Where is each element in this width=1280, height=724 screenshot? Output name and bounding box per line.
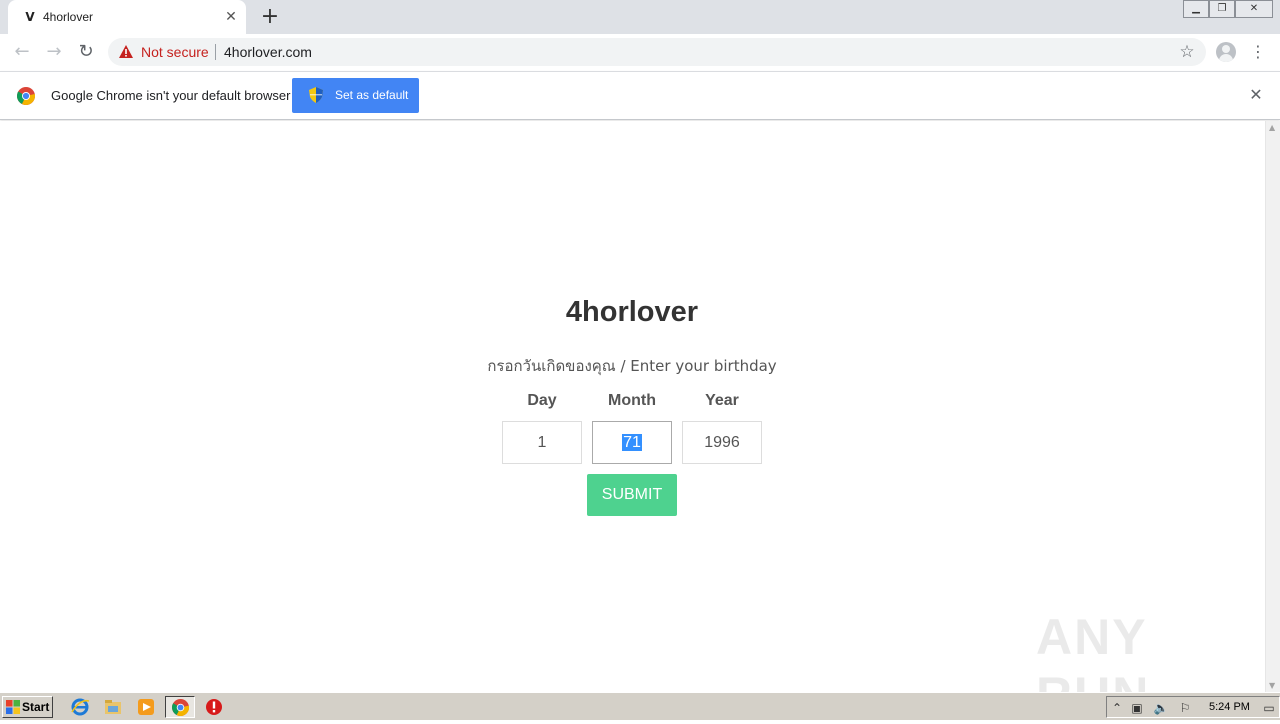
reload-button[interactable]: ↻ [74,40,98,64]
bookmark-star-icon[interactable]: ☆ [1176,41,1198,63]
windows-flag-icon [6,700,20,714]
volume-icon[interactable]: 🔈 [1153,700,1169,716]
year-input[interactable]: 1996 [682,421,762,464]
warning-icon [119,45,133,58]
start-button[interactable]: Start [2,696,53,718]
tab-close-icon[interactable]: ✕ [222,8,240,26]
shield-icon [309,87,323,103]
window-close-button[interactable]: ✕ [1235,0,1273,18]
back-button[interactable]: ← [10,40,34,64]
profile-avatar-icon[interactable] [1216,42,1236,62]
infobar-close-icon[interactable]: ✕ [1246,85,1266,105]
action-center-flag-icon[interactable]: ⚐ [1177,700,1193,716]
year-label: Year [705,392,739,409]
chrome-logo-icon [17,87,35,105]
stop-sign-icon[interactable] [204,697,224,717]
page-title: 4horlover [565,296,699,328]
media-player-icon[interactable] [136,697,156,717]
taskbar-clock[interactable]: 5:24 PM [1209,701,1250,713]
system-tray: ⌃ ▣ 🔈 ⚐ 5:24 PM ▭ [1106,696,1280,718]
security-label[interactable]: Not secure [141,44,209,60]
site-favicon-icon: V [25,10,35,24]
chrome-taskbar-button[interactable] [165,696,195,718]
set-as-default-label: Set as default [335,88,409,102]
browser-toolbar: ← → ↻ Not secure 4horlover.com ☆ ⋮ [0,34,1280,70]
new-tab-button[interactable]: + [258,6,282,28]
browser-tab[interactable]: V 4horlover ✕ [8,0,246,34]
scroll-down-icon[interactable]: ▼ [1269,681,1275,690]
page-viewport: 4horlover กรอกวันเกิดของคุณ / Enter your… [0,121,1265,723]
default-browser-infobar: Google Chrome isn't your default browser… [0,71,1280,120]
month-input-value: 71 [622,434,642,451]
vertical-scrollbar[interactable]: ▲ ▼ [1265,121,1280,692]
day-label: Day [527,392,557,409]
show-hidden-icons-icon[interactable]: ⌃ [1109,700,1125,716]
restore-button[interactable]: ❐ [1209,0,1235,18]
submit-button[interactable]: SUBMIT [587,474,677,516]
minimize-button[interactable]: ▁ [1183,0,1209,18]
month-label: Month [608,392,656,409]
page-subtitle: กรอกวันเกิดของคุณ / Enter your birthday [487,357,777,375]
address-bar[interactable]: Not secure 4horlover.com ☆ [108,38,1206,66]
set-as-default-button[interactable]: Set as default [292,78,419,113]
file-explorer-icon[interactable] [103,697,123,717]
tab-title: 4horlover [43,10,94,24]
scroll-up-icon[interactable]: ▲ [1269,123,1275,132]
infobar-message: Google Chrome isn't your default browser [51,88,291,103]
show-desktop-icon[interactable]: ▭ [1261,700,1277,716]
tab-strip: V 4horlover ✕ + ▁ ❐ ✕ [0,0,1280,34]
windows-taskbar: Start ⌃ ▣ 🔈 ⚐ 5:24 PM ▭ [0,692,1280,720]
forward-button[interactable]: → [42,40,66,64]
url-text[interactable]: 4horlover.com [224,44,312,60]
day-input[interactable]: 1 [502,421,582,464]
omnibox-divider [215,44,216,60]
start-label: Start [22,700,50,714]
month-input[interactable]: 71 [592,421,672,464]
network-icon[interactable]: ▣ [1129,700,1145,716]
menu-kebab-icon[interactable]: ⋮ [1248,40,1268,64]
chrome-taskbar-icon [172,699,189,716]
internet-explorer-icon[interactable] [70,697,90,717]
